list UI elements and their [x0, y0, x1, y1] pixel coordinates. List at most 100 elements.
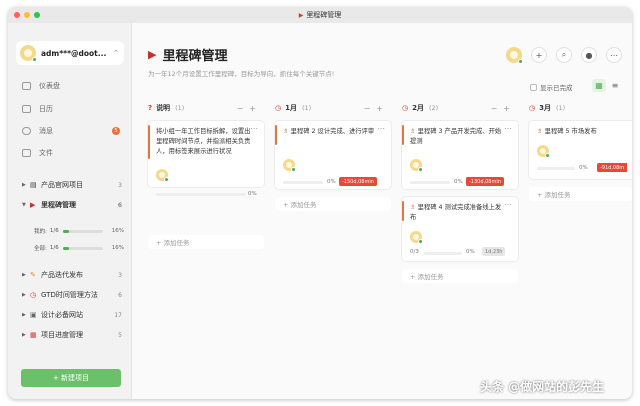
assignee-avatar[interactable]: [410, 159, 423, 172]
card-percent: 0%: [579, 165, 588, 171]
progress-ratio: 1/6: [49, 245, 59, 251]
expand-arrow-icon: ▶: [22, 312, 26, 318]
card-percent: 0%: [454, 179, 463, 185]
folder-icon: ▤: [30, 181, 37, 189]
task-card[interactable]: ♗ 里程碑 4 测试完成准备线上发布 ⋯ 0/3 0% 1d,23h: [402, 197, 518, 261]
task-card[interactable]: 将小组一年工作目标拆解，设置出里程碑时间节点，并指派相关负责人，用标签来展示进行…: [148, 121, 264, 197]
project-item[interactable]: ▶ ▦ 项目进度管理 5: [22, 328, 122, 342]
window-controls: [14, 12, 40, 18]
priority-bar: [275, 125, 277, 145]
project-label: 设计必备网站: [41, 311, 83, 319]
column-title: 3月: [539, 104, 551, 112]
new-project-button[interactable]: + 新建项目: [21, 369, 121, 387]
list-icon: ≡: [611, 81, 619, 90]
task-card[interactable]: ♗ 里程碑 5 市场发布 0% -91d,08m: [529, 121, 632, 179]
nav-dashboard[interactable]: 仪表盘: [22, 79, 122, 93]
search-button[interactable]: ⌕: [556, 47, 572, 63]
avatar: [20, 45, 37, 62]
search-icon: ⌕: [561, 50, 567, 59]
online-status-icon: [418, 239, 423, 244]
project-item[interactable]: ▶ ✎ 产品迭代发布 3: [22, 268, 122, 282]
project-item[interactable]: ▶ ◷ GTD时间管理方法 6: [22, 288, 122, 302]
more-icon[interactable]: ⋯: [250, 124, 258, 133]
nav-files[interactable]: 文件: [22, 146, 122, 160]
avatar: [283, 159, 296, 172]
priority-bar: [148, 125, 150, 159]
more-icon[interactable]: ⋯: [377, 124, 385, 133]
calendar-icon: [22, 105, 31, 113]
show-completed-toggle[interactable]: 显示已完成: [530, 82, 573, 92]
member-avatar[interactable]: [506, 47, 523, 64]
card-percent: 0%: [248, 191, 257, 197]
project-count: 5: [118, 331, 122, 339]
overdue-badge: -130d,08min: [466, 177, 504, 186]
calendar-icon: ▦: [30, 331, 37, 339]
add-task-button[interactable]: + 添加任务: [148, 235, 264, 249]
column-header: ◷ 2月 (2) −+: [402, 101, 522, 115]
avatar: [410, 231, 423, 244]
assignee-avatar[interactable]: [410, 231, 423, 244]
nav-calendar[interactable]: 日历: [22, 102, 122, 116]
watermark: 头条 @做网站的彭先生: [480, 380, 605, 394]
alarm-clock-icon: ◷: [275, 104, 282, 112]
plus-icon: +: [535, 50, 543, 60]
add-task-button[interactable]: + 添加任务: [275, 197, 391, 211]
card-percent: 0%: [327, 179, 336, 185]
account-name: adm***@doot...: [41, 48, 107, 58]
board-column: ? 说明 (1) −+ 将小组一年工作目标拆解，设置出里程碑时间节点，并指派相关…: [148, 101, 268, 249]
board-column: ◷ 1月 (1) −+ ♗ 里程碑 2 设计完成、进行评审 ⋯ 0% -150d,…: [275, 101, 395, 211]
priority-bar: [402, 125, 404, 145]
close-window-button[interactable]: [14, 12, 20, 18]
progress-percent: 16%: [111, 228, 124, 234]
assignee-avatar[interactable]: [537, 145, 550, 158]
flag-icon: ▶: [30, 201, 36, 209]
assignee-avatar[interactable]: [283, 159, 296, 172]
add-task-button[interactable]: + 添加任务: [402, 269, 518, 283]
add-button[interactable]: +: [531, 47, 547, 63]
add-task-button[interactable]: + 添加任务: [529, 187, 632, 201]
project-item-active[interactable]: ▼ ▶ 里程碑管理 6: [22, 198, 122, 212]
milestone-icon: ♗: [410, 204, 416, 211]
show-completed-label: 显示已完成: [540, 84, 573, 92]
online-status-icon: [518, 59, 523, 64]
sidebar: adm***@doot... ⌃ 仪表盘 日历 消息 5 文件 ▶ ▤ 产品官网…: [8, 23, 132, 399]
chat-button[interactable]: ●: [581, 47, 597, 63]
column-count: (1): [301, 104, 312, 112]
card-title-row: ♗ 里程碑 4 测试完成准备线上发布: [410, 203, 506, 223]
column-actions[interactable]: −+: [237, 104, 262, 113]
column-actions[interactable]: −+: [491, 104, 516, 113]
milestone-icon: ♗: [410, 128, 416, 135]
progress-all: 全部: 1/6 16%: [34, 243, 124, 253]
dashboard-icon: [22, 82, 31, 90]
progress-label: 我的:: [34, 229, 47, 235]
more-icon[interactable]: ⋯: [504, 200, 512, 209]
board-view-button[interactable]: ▦: [592, 79, 606, 92]
card-title: 里程碑 3 产品开发完成、开始提测: [410, 128, 502, 145]
project-item[interactable]: ▶ ▣ 设计必备网站 17: [22, 308, 122, 322]
card-title: 将小组一年工作目标拆解，设置出里程碑时间节点，并指派相关负责人，用标签来展示进行…: [156, 128, 251, 155]
nav-label: 仪表盘: [39, 82, 60, 90]
nav-messages[interactable]: 消息 5: [22, 124, 122, 138]
online-status-icon: [545, 153, 550, 158]
alarm-clock-icon: ◷: [30, 291, 37, 299]
task-card[interactable]: ♗ 里程碑 2 设计完成、进行评审 ⋯ 0% -150d,08min: [275, 121, 391, 189]
zoom-window-button[interactable]: [34, 12, 40, 18]
list-view-button[interactable]: ≡: [608, 79, 622, 92]
card-progress-bar: [537, 167, 575, 170]
account-switcher[interactable]: adm***@doot... ⌃: [16, 41, 124, 65]
milestone-icon: ♗: [537, 128, 543, 135]
column-count: (2): [428, 104, 439, 112]
project-item[interactable]: ▶ ▤ 产品官网项目 3: [22, 178, 122, 192]
column-actions[interactable]: −+: [364, 104, 389, 113]
milestone-icon: ♗: [283, 128, 289, 135]
progress-fill: [62, 229, 70, 233]
task-card[interactable]: ♗ 里程碑 3 产品开发完成、开始提测 ⋯ 0% -130d,08min: [402, 121, 518, 189]
expand-arrow-icon: ▶: [22, 272, 26, 278]
more-icon[interactable]: ⋯: [504, 124, 512, 133]
assignee-avatar[interactable]: [156, 169, 169, 182]
more-button[interactable]: ⋯: [606, 47, 622, 63]
card-progress-bar: [410, 181, 450, 184]
grid-icon: ▦: [595, 81, 603, 90]
minimize-window-button[interactable]: [24, 12, 30, 18]
progress-mine: 我的: 1/6 16%: [34, 226, 124, 236]
